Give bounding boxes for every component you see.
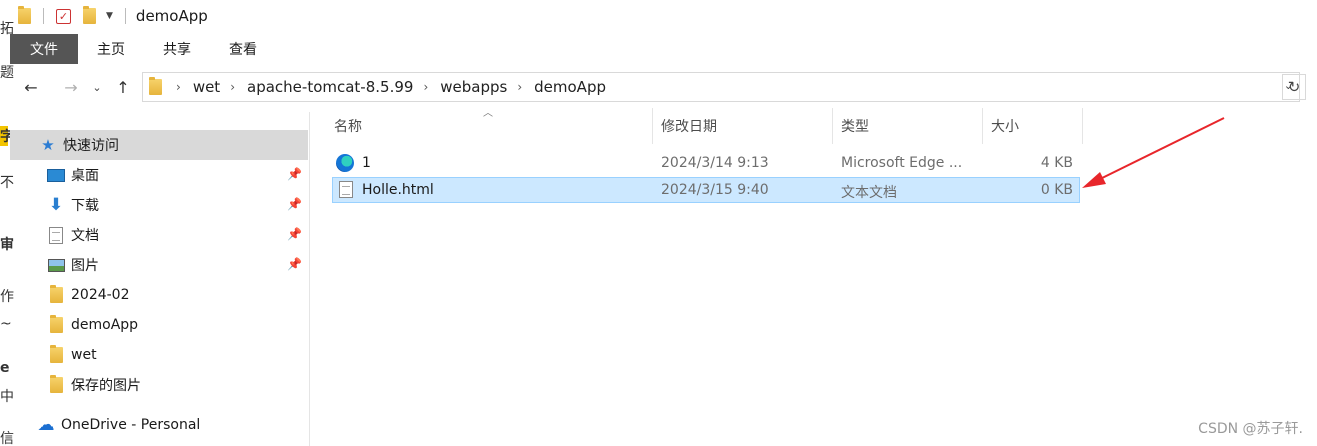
navigation-pane: ★ 快速访问 桌面 📌 ⬇ 下载 📌 文档 📌 图片 📌 2024-02 dem… [10, 112, 310, 446]
forward-button[interactable]: → [56, 72, 86, 102]
sidebar-item-pictures[interactable]: 图片 📌 [10, 250, 308, 280]
folder-icon [46, 345, 66, 365]
column-header-modified[interactable]: 修改日期 [653, 108, 833, 144]
column-header-label: 名称 [334, 119, 362, 135]
sidebar-item-onedrive[interactable]: ☁ OneDrive - Personal [10, 410, 308, 440]
sidebar-item-label: 下载 [71, 198, 99, 214]
desktop-icon [46, 165, 66, 185]
navigation-bar: ← → ⌄ ↑ › wet › apache-tomcat-8.5.99 › w… [10, 70, 1317, 104]
tab-share[interactable]: 共享 [144, 34, 210, 64]
pin-icon[interactable]: 📌 [287, 257, 302, 271]
pin-icon[interactable]: 📌 [287, 167, 302, 181]
folder-icon [18, 6, 31, 24]
pin-icon[interactable]: 📌 [287, 227, 302, 241]
edge-icon [336, 154, 354, 172]
up-button[interactable]: ↑ [108, 72, 138, 102]
chevron-right-icon[interactable]: › [230, 80, 235, 94]
chevron-right-icon[interactable]: › [176, 80, 181, 94]
separator [124, 8, 126, 24]
file-size: 4 KB [1040, 155, 1073, 171]
sidebar-item-label: wet [71, 347, 97, 363]
breadcrumb-wet[interactable]: wet [193, 78, 220, 96]
bg-char: e [0, 360, 10, 376]
sidebar-item-label: 桌面 [71, 168, 99, 184]
file-modified: 2024/3/15 9:40 [661, 182, 769, 198]
folder-icon [46, 315, 66, 335]
back-arrow-icon: ← [24, 77, 38, 97]
customize-dropdown-icon[interactable]: ▼ [106, 11, 113, 21]
file-modified: 2024/3/14 9:13 [661, 155, 769, 171]
sidebar-item-label: 2024-02 [71, 287, 130, 303]
chevron-right-icon[interactable]: › [517, 80, 522, 94]
sidebar-item-2024-02[interactable]: 2024-02 [10, 280, 308, 310]
sidebar-item-label: 快速访问 [63, 138, 119, 154]
sidebar-item-demoapp[interactable]: demoApp [10, 310, 308, 340]
title-bar: ✓ ▼ demoApp [10, 0, 1317, 32]
column-header-label: 类型 [841, 119, 869, 135]
bg-char: 字 [0, 126, 14, 146]
background-document-strip: 拓 题 字 不 审 作 ~ e 中 信 [0, 0, 14, 446]
file-row[interactable]: 1 2024/3/14 9:13 Microsoft Edge ... 4 KB [332, 151, 1080, 177]
up-arrow-icon: ↑ [116, 77, 130, 97]
column-header-size[interactable]: 大小 [983, 108, 1083, 144]
folder-icon [149, 77, 162, 95]
refresh-icon: ↻ [1287, 78, 1301, 96]
sidebar-item-label: demoApp [71, 317, 139, 333]
breadcrumb-demoapp[interactable]: demoApp [534, 78, 606, 96]
tab-view[interactable]: 查看 [210, 34, 276, 64]
sidebar-item-label: 图片 [71, 258, 99, 274]
properties-check-icon[interactable]: ✓ [56, 8, 71, 24]
sidebar-item-desktop[interactable]: 桌面 📌 [10, 160, 308, 190]
column-header-label: 修改日期 [661, 119, 717, 135]
sidebar-item-saved-pictures[interactable]: 保存的图片 [10, 370, 308, 400]
document-icon [46, 225, 66, 245]
file-name: Holle.html [362, 182, 434, 198]
new-folder-icon[interactable] [83, 6, 96, 24]
column-header-name[interactable]: 名称 [326, 108, 653, 144]
quick-access-toolbar: ✓ ▼ [18, 6, 132, 24]
refresh-button[interactable]: ↻ [1282, 74, 1306, 100]
file-row[interactable]: Holle.html 2024/3/15 9:40 文本文档 0 KB [332, 177, 1080, 203]
file-name: 1 [362, 155, 371, 171]
cloud-icon: ☁ [37, 415, 55, 435]
file-size: 0 KB [1040, 182, 1073, 198]
file-list-pane: ︿ 名称 修改日期 类型 大小 1 2024/3/14 9:13 Microso… [320, 104, 1317, 446]
star-icon: ★ [41, 136, 55, 154]
tab-home[interactable]: 主页 [78, 34, 144, 64]
watermark: CSDN @苏子轩. [1198, 421, 1303, 437]
sidebar-item-quick-access[interactable]: ★ 快速访问 [10, 130, 308, 160]
column-header-label: 大小 [991, 119, 1019, 135]
folder-icon [46, 285, 66, 305]
breadcrumb-apache-tomcat[interactable]: apache-tomcat-8.5.99 [247, 78, 413, 96]
sidebar-item-documents[interactable]: 文档 📌 [10, 220, 308, 250]
sidebar-item-label: 文档 [71, 228, 99, 244]
chevron-right-icon[interactable]: › [423, 80, 428, 94]
breadcrumb-webapps[interactable]: webapps [440, 78, 507, 96]
recent-locations-button[interactable]: ⌄ [86, 72, 108, 102]
forward-arrow-icon: → [64, 77, 78, 97]
pin-icon[interactable]: 📌 [287, 197, 302, 211]
ribbon-tabs: 文件 主页 共享 查看 [10, 34, 1317, 64]
file-type: Microsoft Edge ... [841, 155, 963, 171]
column-header-type[interactable]: 类型 [833, 108, 983, 144]
back-button[interactable]: ← [16, 72, 46, 102]
sidebar-item-label: OneDrive - Personal [61, 417, 201, 433]
tab-file[interactable]: 文件 [10, 34, 78, 64]
text-file-icon [339, 181, 353, 198]
annotation-arrow [1082, 117, 1225, 188]
folder-icon [46, 375, 66, 395]
separator [43, 8, 44, 24]
file-type: 文本文档 [841, 185, 897, 201]
sidebar-item-downloads[interactable]: ⬇ 下载 📌 [10, 190, 308, 220]
picture-icon [46, 255, 66, 275]
window-title: demoApp [135, 7, 208, 25]
chevron-down-icon: ⌄ [92, 80, 102, 94]
sidebar-item-label: 保存的图片 [71, 378, 141, 394]
address-bar[interactable]: › wet › apache-tomcat-8.5.99 › webapps ›… [142, 72, 1300, 102]
download-icon: ⬇ [48, 195, 64, 215]
sidebar-item-wet[interactable]: wet [10, 340, 308, 370]
